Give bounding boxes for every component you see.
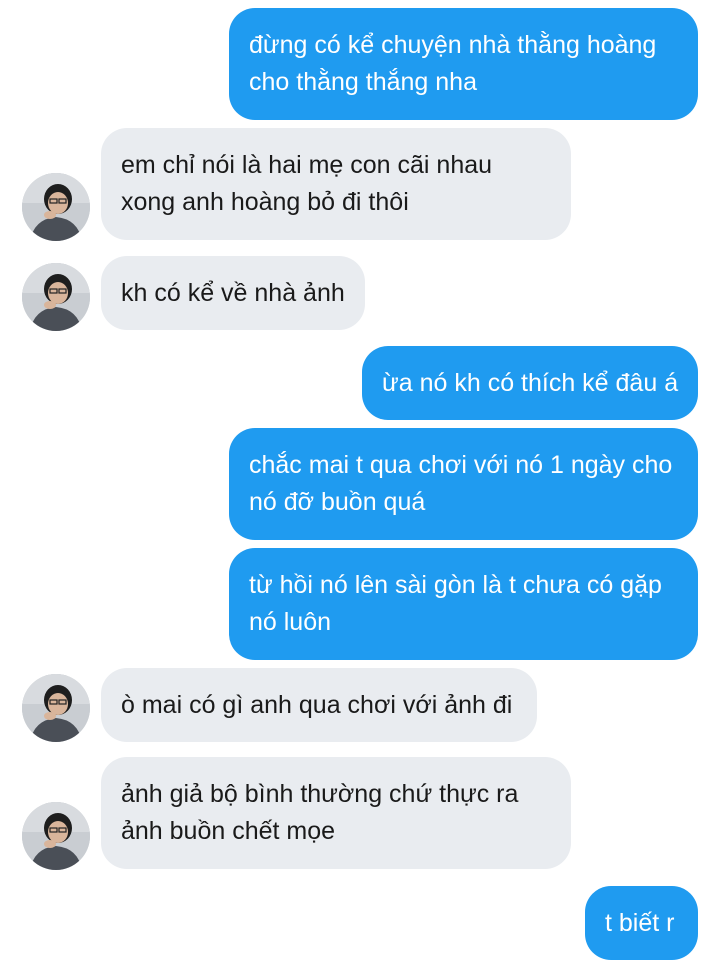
message-line: từ hồi nó lên sài gòn là t chưa có gặp (249, 571, 662, 599)
message-line: cho thằng thắng nha (249, 68, 477, 96)
outgoing-message-bubble[interactable]: đừng có kể chuyện nhà thằng hoàng cho th… (229, 8, 698, 120)
message-text: kh có kể về nhà ảnh (121, 275, 345, 312)
message-text: em chỉ nói là hai mẹ con cãi nhau xong a… (121, 147, 492, 221)
chat-thread: đừng có kể chuyện nhà thằng hoàng cho th… (0, 0, 720, 972)
message-text: ừa nó kh có thích kể đâu á (382, 365, 678, 402)
sender-avatar[interactable] (22, 263, 90, 331)
outgoing-message-bubble[interactable]: từ hồi nó lên sài gòn là t chưa có gặp n… (229, 548, 698, 660)
message-text: ảnh giả bộ bình thường chứ thực ra ảnh b… (121, 776, 518, 850)
incoming-message-bubble[interactable]: kh có kể về nhà ảnh (101, 256, 365, 330)
message-text: chắc mai t qua chơi với nó 1 ngày cho nó… (249, 447, 672, 521)
message-line: ảnh giả bộ bình thường chứ thực ra (121, 780, 519, 808)
sender-avatar[interactable] (22, 802, 90, 870)
incoming-message-bubble[interactable]: em chỉ nói là hai mẹ con cãi nhau xong a… (101, 128, 571, 240)
incoming-message-bubble[interactable]: ảnh giả bộ bình thường chứ thực ra ảnh b… (101, 757, 571, 869)
message-text: ò mai có gì anh qua chơi với ảnh đi (121, 687, 512, 724)
outgoing-message-bubble[interactable]: chắc mai t qua chơi với nó 1 ngày cho nó… (229, 428, 698, 540)
message-line: em chỉ nói là hai mẹ con cãi nhau (121, 151, 493, 179)
outgoing-message-bubble[interactable]: t biết r (585, 886, 698, 960)
message-line: ừa nó kh có thích kể đâu á (382, 368, 679, 397)
message-line: nó đỡ buồn quá (249, 488, 426, 516)
message-line: t biết r (605, 908, 675, 937)
message-line: ò mai có gì anh qua chơi với ảnh đi (121, 690, 513, 719)
message-text: đừng có kể chuyện nhà thằng hoàng cho th… (249, 27, 656, 101)
message-text: t biết r (605, 905, 674, 942)
sender-avatar[interactable] (22, 674, 90, 742)
avatar-photo-icon (22, 674, 90, 742)
message-line: kh có kể về nhà ảnh (121, 278, 345, 307)
message-line: nó luôn (249, 608, 332, 636)
message-line: ảnh buồn chết mọe (121, 817, 336, 845)
message-text: từ hồi nó lên sài gòn là t chưa có gặp n… (249, 567, 662, 641)
incoming-message-bubble[interactable]: ò mai có gì anh qua chơi với ảnh đi (101, 668, 537, 742)
avatar-photo-icon (22, 802, 90, 870)
outgoing-message-bubble[interactable]: ừa nó kh có thích kể đâu á (362, 346, 698, 420)
message-line: chắc mai t qua chơi với nó 1 ngày cho (249, 451, 673, 479)
message-line: đừng có kể chuyện nhà thằng hoàng (249, 31, 657, 59)
sender-avatar[interactable] (22, 173, 90, 241)
message-line: xong anh hoàng bỏ đi thôi (121, 188, 409, 216)
avatar-photo-icon (22, 173, 90, 241)
avatar-photo-icon (22, 263, 90, 331)
